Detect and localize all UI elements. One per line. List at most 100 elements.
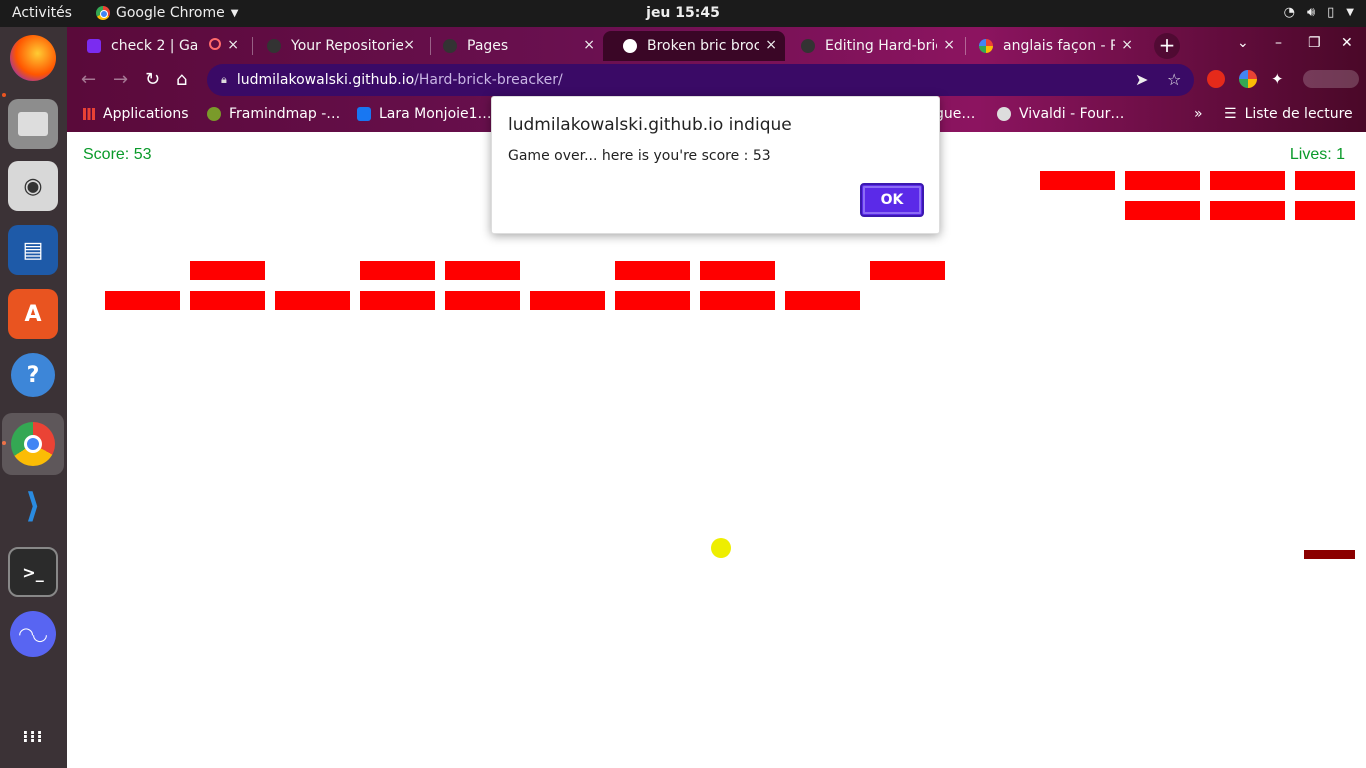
dialog-title: ludmilakowalski.github.io indique [508, 115, 792, 135]
bookmark-label: Applications [103, 106, 189, 122]
brick [870, 261, 945, 280]
lives-display: Lives: 1 [1289, 146, 1345, 163]
files-icon[interactable] [8, 99, 58, 149]
bookmark-label: Vivaldi - Four… [1019, 106, 1125, 122]
github-favicon-icon [801, 39, 815, 53]
volume-icon: 🔊︎ [1306, 5, 1316, 20]
tab-title: Your Repositorie [291, 38, 403, 54]
minimize-icon[interactable]: – [1275, 35, 1282, 51]
paddle[interactable] [1304, 550, 1355, 559]
github-favicon-icon [443, 39, 457, 53]
bookmark-applications[interactable]: Applications [83, 106, 189, 122]
close-tab-icon[interactable]: × [943, 37, 955, 53]
brick [445, 291, 520, 310]
tab[interactable]: Editing Hard-bric × [781, 31, 963, 61]
software-center-icon[interactable]: A [8, 289, 58, 339]
bookmark-star-icon[interactable]: ☆ [1167, 70, 1181, 89]
vscode-icon[interactable]: ⟩ [8, 481, 58, 531]
back-icon[interactable]: ← [81, 69, 96, 90]
brick [445, 261, 520, 280]
restore-icon[interactable]: ❐ [1308, 35, 1321, 51]
firefox-icon[interactable] [10, 35, 56, 81]
close-tab-icon[interactable]: × [227, 37, 239, 53]
close-tab-icon[interactable]: × [765, 37, 777, 53]
tab[interactable]: Pages × [423, 31, 603, 61]
framindmap-icon [207, 107, 221, 121]
tab-title: check 2 | Gath [111, 38, 197, 54]
bookmark-facebook[interactable]: Lara Monjoie1… [357, 106, 492, 122]
globe-icon [623, 39, 637, 53]
brick [700, 261, 775, 280]
dock: ◉ ▤ A ? ⟩ >_ ◠◡ ⁝⁝⁝ [0, 27, 67, 768]
reading-list-icon: ☰ [1224, 106, 1237, 122]
recording-icon [209, 38, 221, 50]
brick [615, 291, 690, 310]
tab[interactable]: Your Repositorie × [247, 31, 423, 61]
close-window-icon[interactable]: ✕ [1341, 35, 1353, 51]
lock-icon: 🔒︎ [221, 73, 227, 86]
reload-icon[interactable]: ↻ [145, 69, 160, 90]
close-tab-icon[interactable]: × [583, 37, 595, 53]
brick [190, 291, 265, 310]
browser-toolbar: ← → ↻ ⌂ 🔒︎ ludmilakowalski.github.io/Har… [67, 61, 1366, 99]
google-favicon-icon [979, 39, 993, 53]
alert-dialog: ludmilakowalski.github.io indique Game o… [491, 96, 940, 234]
reading-list-button[interactable]: ☰ Liste de lecture [1224, 106, 1353, 122]
brick [1295, 171, 1355, 190]
close-tab-icon[interactable]: × [1121, 37, 1133, 53]
brick [360, 291, 435, 310]
close-tab-icon[interactable]: × [403, 37, 415, 53]
tab-active[interactable]: Broken bric broc × [603, 31, 785, 61]
gather-favicon-icon [87, 39, 101, 53]
brick [615, 261, 690, 280]
show-applications-icon[interactable]: ⁝⁝⁝ [8, 711, 58, 761]
brick [190, 261, 265, 280]
bookmark-item[interactable]: gue… [935, 106, 975, 122]
forward-icon[interactable]: → [113, 69, 128, 90]
extension-icon[interactable] [1207, 70, 1225, 88]
bookmark-vivaldi[interactable]: Vivaldi - Four… [997, 106, 1124, 122]
facebook-icon [357, 107, 371, 121]
terminal-icon[interactable]: >_ [8, 547, 58, 597]
address-path: /Hard-brick-breacker/ [414, 72, 563, 88]
discord-icon[interactable]: ◠◡ [10, 611, 56, 657]
tab-title: Broken bric broc [647, 38, 759, 54]
puzzle-icon[interactable]: ✦ [1271, 70, 1289, 88]
help-icon[interactable]: ? [11, 353, 55, 397]
profile-avatar[interactable] [1303, 70, 1359, 88]
home-icon[interactable]: ⌂ [176, 69, 187, 90]
brick [700, 291, 775, 310]
bookmark-framindmap[interactable]: Framindmap -… [207, 106, 340, 122]
brick [1210, 201, 1285, 220]
ball [711, 538, 731, 558]
bookmarks-overflow-button[interactable]: » [1194, 106, 1203, 122]
new-tab-button[interactable]: + [1154, 33, 1180, 59]
battery-icon: ▯ [1327, 5, 1335, 20]
brick [530, 291, 605, 310]
system-top-bar: Activités Google Chrome ▼ jeu 15:45 ◔ 🔊︎… [0, 0, 1366, 27]
tab-search-icon[interactable]: ⌄ [1237, 35, 1249, 51]
clock[interactable]: jeu 15:45 [0, 5, 1366, 21]
chrome-icon[interactable] [2, 413, 64, 475]
ok-button[interactable]: OK [860, 183, 924, 217]
tab[interactable]: anglais façon - R × [959, 31, 1141, 61]
brick [1040, 171, 1115, 190]
system-tray[interactable]: ◔ 🔊︎ ▯ ▼ [1284, 5, 1354, 21]
dialog-message: Game over... here is you're score : 53 [508, 148, 771, 164]
bookmark-label: Lara Monjoie1… [379, 106, 492, 122]
send-to-devices-icon[interactable]: ➤ [1135, 70, 1148, 89]
rhythmbox-icon[interactable]: ◉ [8, 161, 58, 211]
address-bar[interactable]: 🔒︎ ludmilakowalski.github.io/Hard-brick-… [207, 64, 1194, 96]
bookmark-label: gue… [935, 106, 976, 122]
brick [1210, 171, 1285, 190]
score-display: Score: 53 [83, 146, 152, 163]
wifi-icon: ◔ [1283, 5, 1295, 20]
brick [360, 261, 435, 280]
libreoffice-writer-icon[interactable]: ▤ [8, 225, 58, 275]
running-indicator [2, 93, 6, 97]
tab-title: Pages [467, 38, 509, 54]
tab[interactable]: check 2 | Gath × [67, 31, 247, 61]
address-host: ludmilakowalski.github.io [236, 72, 415, 88]
extension-icon[interactable] [1239, 70, 1257, 88]
tab-title: Editing Hard-bric [825, 38, 937, 54]
